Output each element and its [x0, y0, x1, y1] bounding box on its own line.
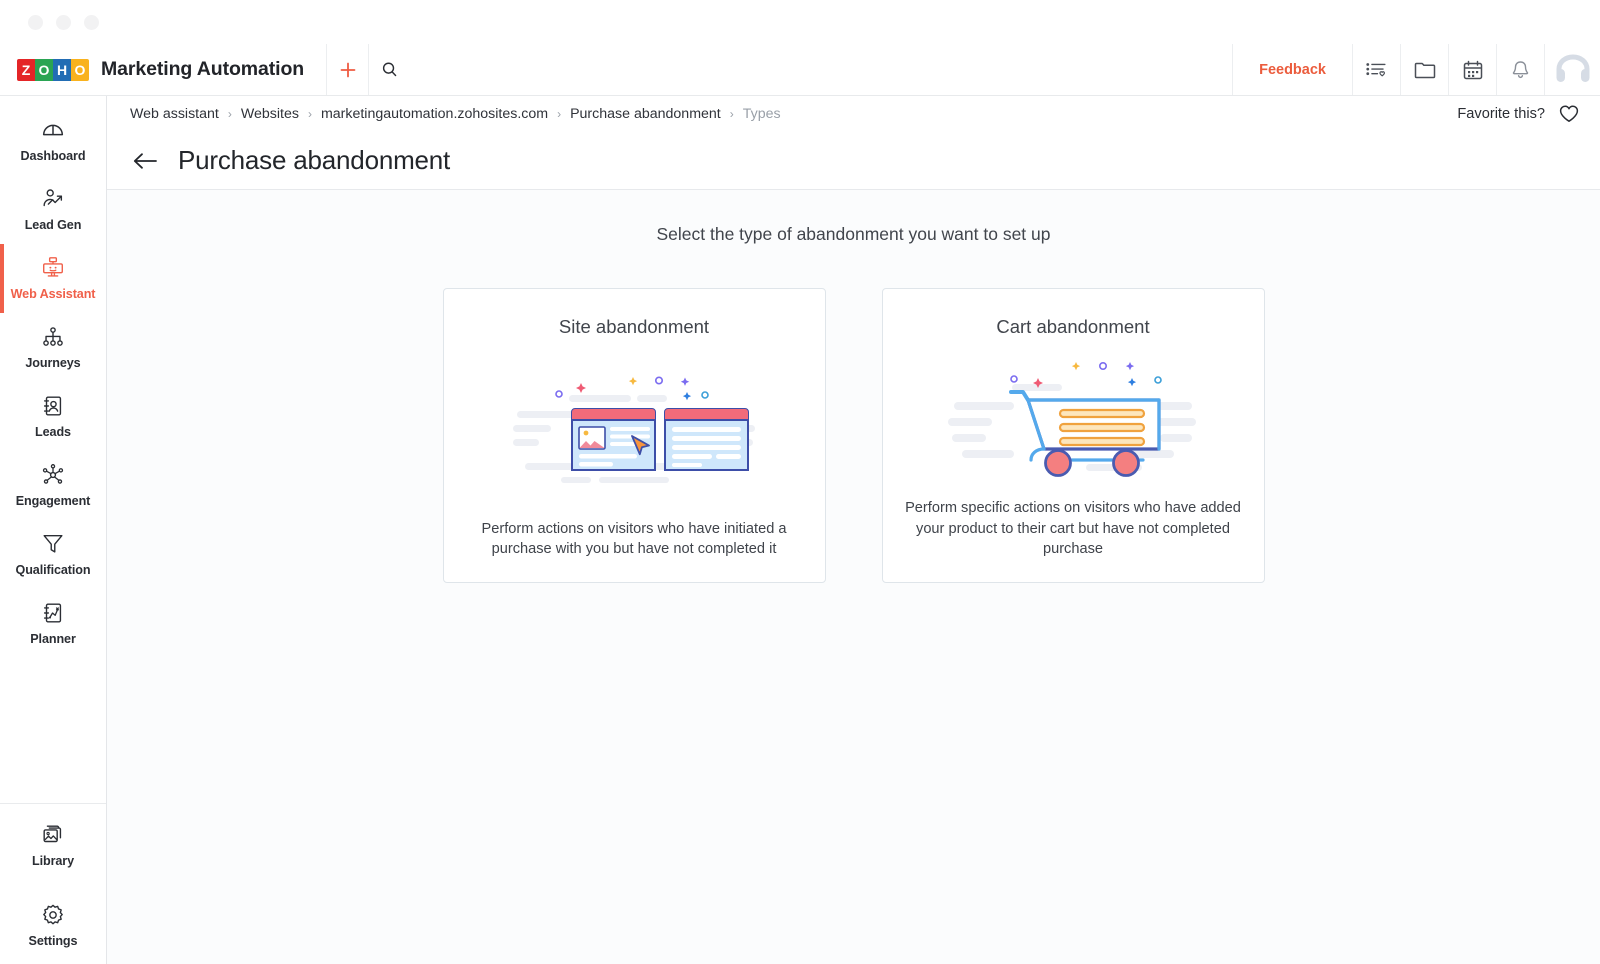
brand[interactable]: Z O H O Marketing Automation	[0, 44, 326, 95]
sidebar-item-planner[interactable]: Planner	[0, 589, 106, 658]
library-images-icon	[40, 822, 66, 848]
logo-letter-z: Z	[17, 59, 35, 81]
dashboard-gauge-icon	[40, 117, 66, 143]
lead-gen-icon	[40, 186, 66, 212]
favorite-toggle[interactable]: Favorite this?	[1457, 104, 1580, 124]
planner-notebook-icon	[40, 600, 66, 626]
breadcrumb-item-web-assistant[interactable]: Web assistant	[130, 106, 219, 122]
body-wrapper: Dashboard Lead Gen	[0, 96, 1600, 964]
logo-letter-o1: O	[35, 59, 53, 81]
sidebar-item-dashboard[interactable]: Dashboard	[0, 106, 106, 175]
sidebar-item-lead-gen[interactable]: Lead Gen	[0, 175, 106, 244]
sidebar-bottom-group: Library Settings	[0, 803, 106, 964]
card-cart-abandonment[interactable]: Cart abandonment	[882, 288, 1265, 583]
journeys-tree-icon	[40, 324, 66, 350]
window-maximize-dot[interactable]	[84, 15, 99, 30]
notifications-button[interactable]	[1496, 44, 1544, 95]
qualification-funnel-icon	[40, 531, 66, 557]
sidebar-item-journeys[interactable]: Journeys	[0, 313, 106, 382]
sidebar: Dashboard Lead Gen	[0, 96, 107, 964]
favorite-label: Favorite this?	[1457, 106, 1545, 122]
breadcrumb-separator: ›	[730, 107, 734, 121]
card-illustration	[905, 338, 1242, 498]
plus-icon	[338, 60, 358, 80]
card-illustration	[466, 338, 803, 519]
sidebar-item-web-assistant[interactable]: Web Assistant	[0, 244, 106, 313]
folder-button[interactable]	[1400, 44, 1448, 95]
sidebar-item-leads[interactable]: Leads	[0, 382, 106, 451]
card-site-abandonment[interactable]: Site abandonment	[443, 288, 826, 583]
search-icon	[380, 60, 399, 79]
abandonment-type-cards: Site abandonment	[443, 288, 1265, 583]
breadcrumb-separator: ›	[228, 107, 232, 121]
page-title-row: Purchase abandonment	[107, 132, 1600, 190]
browser-windows-cursor-illustration	[509, 361, 759, 496]
selection-prompt: Select the type of abandonment you want …	[656, 224, 1050, 245]
window-close-dot[interactable]	[28, 15, 43, 30]
sidebar-label: Web Assistant	[11, 287, 96, 301]
activity-list-button[interactable]	[1352, 44, 1400, 95]
heart-outline-icon	[1558, 104, 1580, 124]
sidebar-label: Planner	[30, 632, 76, 646]
card-title: Site abandonment	[559, 316, 709, 338]
breadcrumb: Web assistant › Websites › marketingauto…	[130, 106, 781, 122]
sidebar-label: Journeys	[25, 356, 80, 370]
breadcrumb-separator: ›	[308, 107, 312, 121]
sidebar-label: Qualification	[16, 563, 91, 577]
logo-letter-h: H	[53, 59, 71, 81]
sidebar-label: Library	[32, 854, 74, 868]
breadcrumb-row: Web assistant › Websites › marketingauto…	[107, 96, 1600, 132]
breadcrumb-separator: ›	[557, 107, 561, 121]
list-heart-icon	[1365, 59, 1389, 81]
shopping-cart-illustration	[948, 350, 1198, 485]
user-avatar-button[interactable]	[1544, 44, 1600, 95]
sidebar-label: Lead Gen	[25, 218, 82, 232]
calendar-button[interactable]	[1448, 44, 1496, 95]
feedback-button[interactable]: Feedback	[1232, 44, 1352, 95]
leads-contact-icon	[40, 393, 66, 419]
folder-icon	[1413, 59, 1437, 81]
logo-letter-o2: O	[71, 59, 89, 81]
window-minimize-dot[interactable]	[56, 15, 71, 30]
add-button[interactable]	[326, 44, 368, 95]
sidebar-label: Settings	[29, 934, 78, 948]
sidebar-item-settings[interactable]: Settings	[0, 884, 106, 964]
sidebar-item-qualification[interactable]: Qualification	[0, 520, 106, 589]
sidebar-label: Dashboard	[21, 149, 86, 163]
header-spacer	[410, 44, 1232, 95]
back-arrow-icon	[132, 151, 158, 171]
app-title: Marketing Automation	[101, 58, 304, 81]
sidebar-label: Engagement	[16, 494, 91, 508]
user-avatar-icon	[1554, 53, 1592, 87]
content-area: Select the type of abandonment you want …	[107, 190, 1600, 964]
main-area: Web assistant › Websites › marketingauto…	[107, 96, 1600, 964]
breadcrumb-item-types: Types	[743, 106, 781, 122]
sidebar-label: Leads	[35, 425, 71, 439]
card-title: Cart abandonment	[996, 316, 1149, 338]
header-actions: Feedback	[1232, 44, 1600, 95]
sidebar-item-engagement[interactable]: Engagement	[0, 451, 106, 520]
breadcrumb-item-site-domain[interactable]: marketingautomation.zohosites.com	[321, 106, 548, 122]
page-title: Purchase abandonment	[178, 145, 450, 176]
breadcrumb-item-purchase-abandonment[interactable]: Purchase abandonment	[570, 106, 721, 122]
zoho-logo-icon: Z O H O	[17, 59, 89, 81]
app-header: Z O H O Marketing Automation Feedback	[0, 44, 1600, 96]
engagement-network-icon	[40, 462, 66, 488]
card-description: Perform actions on visitors who have ini…	[466, 519, 803, 564]
bell-icon	[1510, 59, 1531, 81]
window-chrome	[0, 0, 1600, 44]
web-assistant-icon	[40, 255, 66, 281]
sidebar-item-library[interactable]: Library	[0, 804, 106, 884]
calendar-icon	[1462, 59, 1484, 81]
search-button[interactable]	[368, 44, 410, 95]
back-button[interactable]	[132, 151, 158, 171]
card-description: Perform specific actions on visitors who…	[905, 498, 1242, 564]
breadcrumb-item-websites[interactable]: Websites	[241, 106, 299, 122]
sidebar-main-group: Dashboard Lead Gen	[0, 96, 106, 658]
settings-gear-icon	[40, 902, 66, 928]
